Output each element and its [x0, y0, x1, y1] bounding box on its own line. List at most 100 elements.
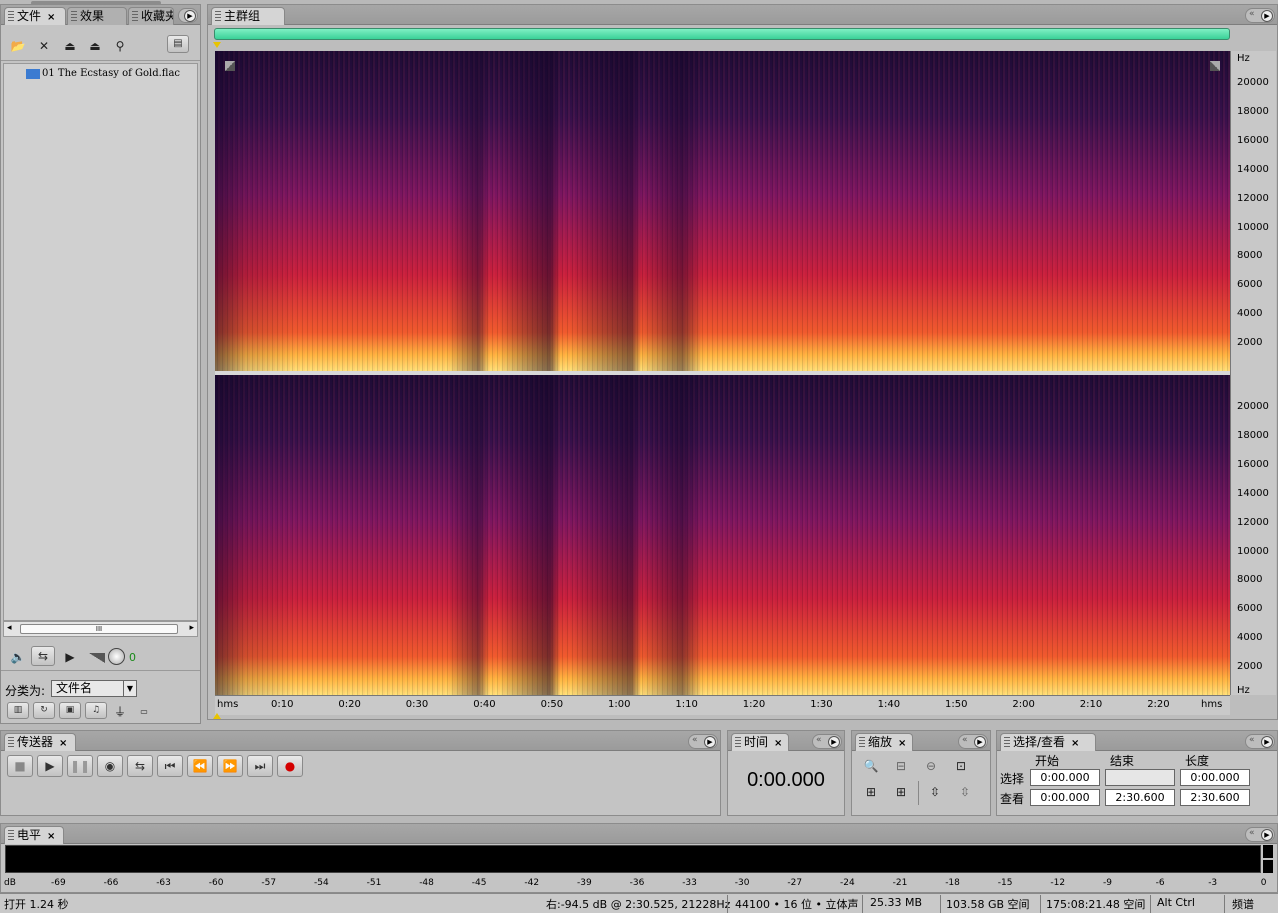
time-tick-label: 2:10	[1079, 699, 1103, 710]
start-marker-icon[interactable]	[213, 42, 221, 48]
file-list-hscroll[interactable]: ◂ III ▸	[3, 621, 198, 637]
record-button[interactable]: ●	[277, 755, 303, 777]
go-to-start-button[interactable]: ⏮	[157, 755, 183, 777]
close-icon[interactable]: ×	[47, 10, 55, 25]
zoom-selection-icon[interactable]: ⊡	[952, 757, 970, 775]
selection-end-field[interactable]	[1105, 769, 1175, 786]
sort-dropdown[interactable]: 文件名 ▼	[51, 680, 137, 697]
file-list: 01 The Ecstasy of Gold.flac	[3, 63, 198, 621]
peak-indicator-top[interactable]	[1263, 845, 1273, 858]
panel-menu-button[interactable]: «▶	[1245, 734, 1275, 749]
freq-tick-label: 6000	[1237, 603, 1263, 615]
level-scale-label: -48	[419, 878, 434, 888]
zoom-out-full-icon[interactable]: ⊖	[922, 757, 940, 775]
view-end-field[interactable]: 2:30.600	[1105, 789, 1175, 806]
peak-indicator-bottom[interactable]	[1263, 860, 1273, 873]
pause-button[interactable]: ❚❚	[67, 755, 93, 777]
autoplay-icon[interactable]: 🔈	[9, 648, 27, 666]
scroll-left-icon[interactable]: ◂	[7, 623, 12, 633]
time-tick-label: 0:50	[540, 699, 564, 710]
play-preview-icon[interactable]: ▶	[61, 648, 79, 666]
insert-cd-icon[interactable]: ⏏	[86, 37, 104, 55]
zoom-left-edge-icon[interactable]: ⊞	[862, 783, 880, 801]
freq-tick-label: 8000	[1237, 250, 1263, 262]
zoom-right-edge-icon[interactable]: ⊞	[892, 783, 910, 801]
frequency-axis: Hz 20000 18000 16000 14000 12000 10000 8000 600…	[1230, 51, 1276, 696]
open-file-icon[interactable]: 📂	[9, 37, 27, 55]
loop-button[interactable]: ⇆	[31, 646, 55, 666]
overview-bar[interactable]	[214, 28, 1230, 40]
play-from-cursor-button[interactable]: ◉	[97, 755, 123, 777]
filter-midi-button[interactable]: ♫	[85, 702, 107, 719]
status-keys: Alt Ctrl	[1157, 896, 1195, 909]
panel-menu-button[interactable]: ▶	[178, 8, 198, 23]
panel-menu-button[interactable]: «▶	[688, 734, 718, 749]
play-button[interactable]: ▶	[37, 755, 63, 777]
spectrogram-right-channel[interactable]	[215, 375, 1230, 695]
panel-menu-button[interactable]: «▶	[1245, 827, 1275, 842]
time-ruler[interactable]: hms 0:10 0:20 0:30 0:40 0:50 1:00 1:10 1:20 1:30…	[215, 695, 1230, 715]
close-icon[interactable]: ×	[774, 736, 782, 751]
filter-loop-button[interactable]: ↻	[33, 702, 55, 719]
tab-files[interactable]: 文件 ×	[4, 7, 66, 25]
level-scale-label: dB	[4, 878, 16, 888]
fast-forward-button[interactable]: ⏩	[217, 755, 243, 777]
volume-knob[interactable]	[108, 648, 125, 665]
panel-menu-button[interactable]: «▶	[958, 734, 988, 749]
selection-length-field[interactable]: 0:00.000	[1180, 769, 1250, 786]
list-item[interactable]: 01 The Ecstasy of Gold.flac	[26, 68, 198, 82]
level-scale-label: 0	[1260, 878, 1267, 888]
playhead-marker-icon[interactable]	[213, 713, 221, 719]
edit-file-icon[interactable]: ⚲	[111, 37, 129, 55]
freq-tick-label: 8000	[1237, 574, 1263, 586]
selection-start-field[interactable]: 0:00.000	[1030, 769, 1100, 786]
filter-video-button[interactable]: ▣	[59, 702, 81, 719]
go-to-end-button[interactable]: ⏭	[247, 755, 273, 777]
level-panel: 电平 × «▶ dB -69 -66 -63 -60 -57 -54 -51 -48 -45 -42-…	[0, 823, 1278, 893]
sort-value: 文件名	[56, 681, 93, 695]
rewind-button[interactable]: ⏪	[187, 755, 213, 777]
zoom-out-amplitude-icon[interactable]: ⊟	[892, 757, 910, 775]
top-right-handle-icon[interactable]	[1210, 61, 1220, 71]
level-scale-label: -6	[1155, 878, 1165, 888]
tab-selection-view[interactable]: 选择/查看 ×	[1000, 733, 1096, 751]
view-start-field[interactable]: 0:00.000	[1030, 789, 1100, 806]
tab-main-group-label: 主群组	[224, 9, 261, 23]
tab-zoom[interactable]: 缩放 ×	[855, 733, 913, 751]
panel-menu-button[interactable]: «▶	[812, 734, 842, 749]
filter-icon[interactable]: ⏚	[111, 702, 129, 720]
tab-level[interactable]: 电平 ×	[4, 826, 64, 844]
tab-effects[interactable]: 效果	[67, 7, 127, 25]
level-scale: dB -69 -66 -63 -60 -57 -54 -51 -48 -45 -42 -39 -36 -3…	[1, 874, 1277, 892]
tab-main-group[interactable]: 主群组	[211, 7, 285, 25]
top-left-handle-icon[interactable]	[225, 61, 235, 71]
tab-time[interactable]: 时间 ×	[731, 733, 789, 751]
scroll-thumb[interactable]: III	[20, 624, 178, 634]
loop-play-button[interactable]: ⇆	[127, 755, 153, 777]
zoom-in-vertical-icon[interactable]: ⇳	[926, 783, 944, 801]
spectrogram-left-channel[interactable]	[215, 51, 1230, 371]
zoom-in-amplitude-icon[interactable]: 🔍	[862, 757, 880, 775]
zoom-out-vertical-icon[interactable]: ⇳	[956, 783, 974, 801]
time-tick-label: 1:20	[742, 699, 766, 710]
close-icon[interactable]: ×	[898, 736, 906, 751]
level-scale-label: -45	[471, 878, 487, 888]
tab-favorites[interactable]: 收藏夹	[128, 7, 174, 25]
close-icon[interactable]: ×	[1071, 736, 1079, 751]
clip-icon[interactable]: ▭	[135, 702, 153, 720]
tab-time-label: 时间	[744, 735, 769, 749]
filter-waveform-button[interactable]: ▥	[7, 702, 29, 719]
view-length-field[interactable]: 2:30.600	[1180, 789, 1250, 806]
freq-tick-label: 16000	[1237, 458, 1269, 470]
view-toggle-button[interactable]: ▤	[167, 35, 189, 53]
stop-button[interactable]: ■	[7, 755, 33, 777]
scroll-right-icon[interactable]: ▸	[189, 623, 194, 633]
insert-multitrack-icon[interactable]: ⏏	[61, 37, 79, 55]
tab-transport[interactable]: 传送器 ×	[4, 733, 76, 751]
close-file-icon[interactable]: ✕	[35, 37, 53, 55]
time-panel: 时间 × «▶ 0:00.000	[727, 730, 845, 816]
level-scale-label: -27	[787, 878, 803, 888]
close-icon[interactable]: ×	[59, 736, 67, 751]
panel-menu-button[interactable]: «▶	[1245, 8, 1275, 23]
close-icon[interactable]: ×	[47, 829, 55, 844]
